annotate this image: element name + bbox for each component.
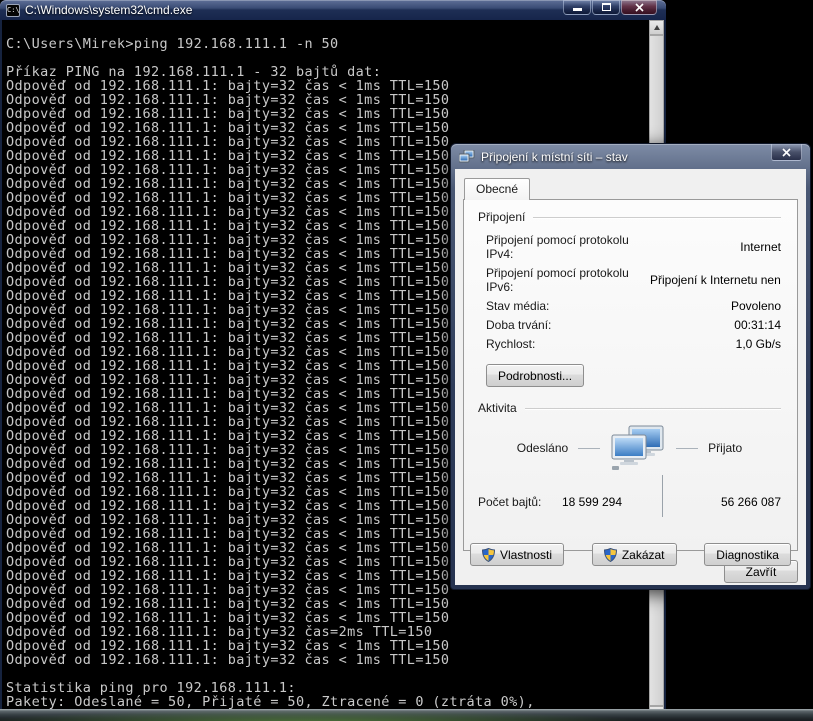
diagnose-button-label: Diagnostika xyxy=(716,548,779,562)
separator-line xyxy=(533,217,781,218)
connection-row: Doba trvání:00:31:14 xyxy=(486,318,781,332)
cmd-titlebar[interactable]: C:\ C:\Windows\system32\cmd.exe xyxy=(0,0,666,20)
console-line: Odpověď od 192.168.111.1: bajty=32 čas <… xyxy=(6,79,644,93)
connector-line xyxy=(676,448,698,449)
connection-row: Rychlost:1,0 Gb/s xyxy=(486,337,781,351)
console-line: Odpověď od 192.168.111.1: bajty=32 čas <… xyxy=(6,121,644,135)
connector-line xyxy=(578,448,600,449)
cmd-window-title: C:\Windows\system32\cmd.exe xyxy=(25,3,192,17)
uac-shield-icon xyxy=(604,548,617,562)
arrow-up-icon xyxy=(654,25,660,30)
connection-row-label: Stav média: xyxy=(486,299,650,313)
disable-button-label: Zakázat xyxy=(622,548,665,562)
minimize-icon xyxy=(573,8,582,11)
connection-row: Připojení pomocí protokolu IPv6:Připojen… xyxy=(486,266,781,294)
dialog-titlebar[interactable]: Připojení k místní síti – stav xyxy=(451,144,810,169)
activity-row: Odesláno xyxy=(478,425,781,471)
close-icon xyxy=(635,3,644,12)
cmd-icon: C:\ xyxy=(6,4,20,17)
network-status-dialog: Připojení k místní síti – stav Obecné Př… xyxy=(450,143,811,590)
connection-group-label: Připojení xyxy=(478,210,525,224)
console-line: Odpověď od 192.168.111.1: bajty=32 čas <… xyxy=(6,597,644,611)
console-line: Odpověď od 192.168.111.1: bajty=32 čas <… xyxy=(6,611,644,625)
bytes-row: Počet bajtů: 18 599 294 56 266 087 xyxy=(478,481,781,523)
connection-row-label: Připojení pomocí protokolu IPv4: xyxy=(486,233,650,261)
tab-page-general: Připojení Připojení pomocí protokolu IPv… xyxy=(463,199,798,551)
console-line: Odpověď od 192.168.111.1: bajty=32 čas <… xyxy=(6,653,644,667)
connection-row-value: Internet xyxy=(650,240,781,254)
taskbar[interactable] xyxy=(0,709,813,721)
connection-row-value: 00:31:14 xyxy=(650,318,781,332)
bytes-sent-value: 18 599 294 xyxy=(550,495,622,509)
close-icon xyxy=(782,148,791,157)
vertical-divider xyxy=(662,475,663,517)
scroll-up-button[interactable] xyxy=(649,20,664,35)
connection-row: Připojení pomocí protokolu IPv4:Internet xyxy=(486,233,781,261)
separator-line xyxy=(525,408,781,409)
dialog-title: Připojení k místní síti – stav xyxy=(481,150,628,164)
disable-button[interactable]: Zakázat xyxy=(592,543,677,566)
close-button[interactable] xyxy=(621,0,657,15)
console-line xyxy=(6,51,644,65)
dual-computer-icon xyxy=(610,425,666,471)
console-line: Odpověď od 192.168.111.1: bajty=32 čas <… xyxy=(6,107,644,121)
console-line xyxy=(6,667,644,681)
connection-rows: Připojení pomocí protokolu IPv4:Internet… xyxy=(486,233,781,351)
console-line: Pakety: Odeslané = 50, Přijaté = 50, Ztr… xyxy=(6,695,644,709)
dialog-close-button[interactable] xyxy=(771,144,802,161)
activity-group-caption: Aktivita xyxy=(478,401,781,415)
sent-label: Odesláno xyxy=(517,441,568,455)
details-button[interactable]: Podrobnosti... xyxy=(486,364,584,387)
minimize-button[interactable] xyxy=(563,0,591,15)
action-buttons: Vlastnosti Zakázat xyxy=(470,543,791,566)
connection-row-value: 1,0 Gb/s xyxy=(650,337,781,351)
connection-row-label: Připojení pomocí protokolu IPv6: xyxy=(486,266,650,294)
connection-group-caption: Připojení xyxy=(478,210,781,224)
dialog-body: Obecné Připojení Připojení pomocí protok… xyxy=(455,169,806,585)
maximize-button[interactable] xyxy=(592,0,620,15)
properties-button-label: Vlastnosti xyxy=(500,548,552,562)
console-line: Statistika ping pro 192.168.111.1: xyxy=(6,681,644,695)
diagnose-button[interactable]: Diagnostika xyxy=(704,543,791,566)
tab-general[interactable]: Obecné xyxy=(464,178,530,200)
console-line xyxy=(6,23,644,37)
console-line: C:\Users\Mirek>ping 192.168.111.1 -n 50 xyxy=(6,37,644,51)
bytes-label: Počet bajtů: xyxy=(478,495,550,509)
connection-row: Stav média:Povoleno xyxy=(486,299,781,313)
connection-row-value: Povoleno xyxy=(650,299,781,313)
received-label: Přijato xyxy=(708,441,742,455)
bytes-received-value: 56 266 087 xyxy=(663,495,781,509)
connection-row-label: Doba trvání: xyxy=(486,318,650,332)
connection-row-value: Připojení k Internetu není k xyxy=(650,273,781,287)
console-line: Odpověď od 192.168.111.1: bajty=32 čas=2… xyxy=(6,625,644,639)
maximize-icon xyxy=(602,3,611,11)
uac-shield-icon xyxy=(482,548,495,562)
properties-button[interactable]: Vlastnosti xyxy=(470,543,564,566)
console-line: Odpověď od 192.168.111.1: bajty=32 čas <… xyxy=(6,93,644,107)
console-line: Příkaz PING na 192.168.111.1 - 32 bajtů … xyxy=(6,65,644,79)
network-computers-icon xyxy=(459,150,475,164)
console-line: Odpověď od 192.168.111.1: bajty=32 čas <… xyxy=(6,639,644,653)
connection-row-label: Rychlost: xyxy=(486,337,650,351)
window-controls xyxy=(563,0,657,15)
activity-group-label: Aktivita xyxy=(478,401,517,415)
